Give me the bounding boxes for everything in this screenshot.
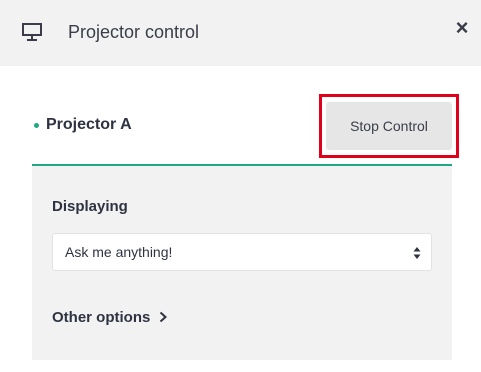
projector-name: Projector A xyxy=(46,116,132,133)
page-title: Projector control xyxy=(68,22,200,42)
close-icon[interactable]: × xyxy=(452,17,472,39)
display-select[interactable]: Ask me anything! xyxy=(52,233,432,271)
header-bar: Projector control × xyxy=(0,0,481,66)
options-panel: Displaying Ask me anything! Other option… xyxy=(32,166,452,360)
other-options-link[interactable]: Other options xyxy=(52,306,168,328)
chevron-right-icon xyxy=(160,311,168,323)
select-arrows-icon xyxy=(413,247,421,259)
displaying-label: Displaying xyxy=(52,198,128,215)
stop-control-button[interactable]: Stop Control xyxy=(326,102,452,150)
status-dot-icon xyxy=(34,123,39,128)
projector-icon xyxy=(22,23,42,41)
display-select-value: Ask me anything! xyxy=(65,244,173,260)
other-options-label: Other options xyxy=(52,308,151,326)
